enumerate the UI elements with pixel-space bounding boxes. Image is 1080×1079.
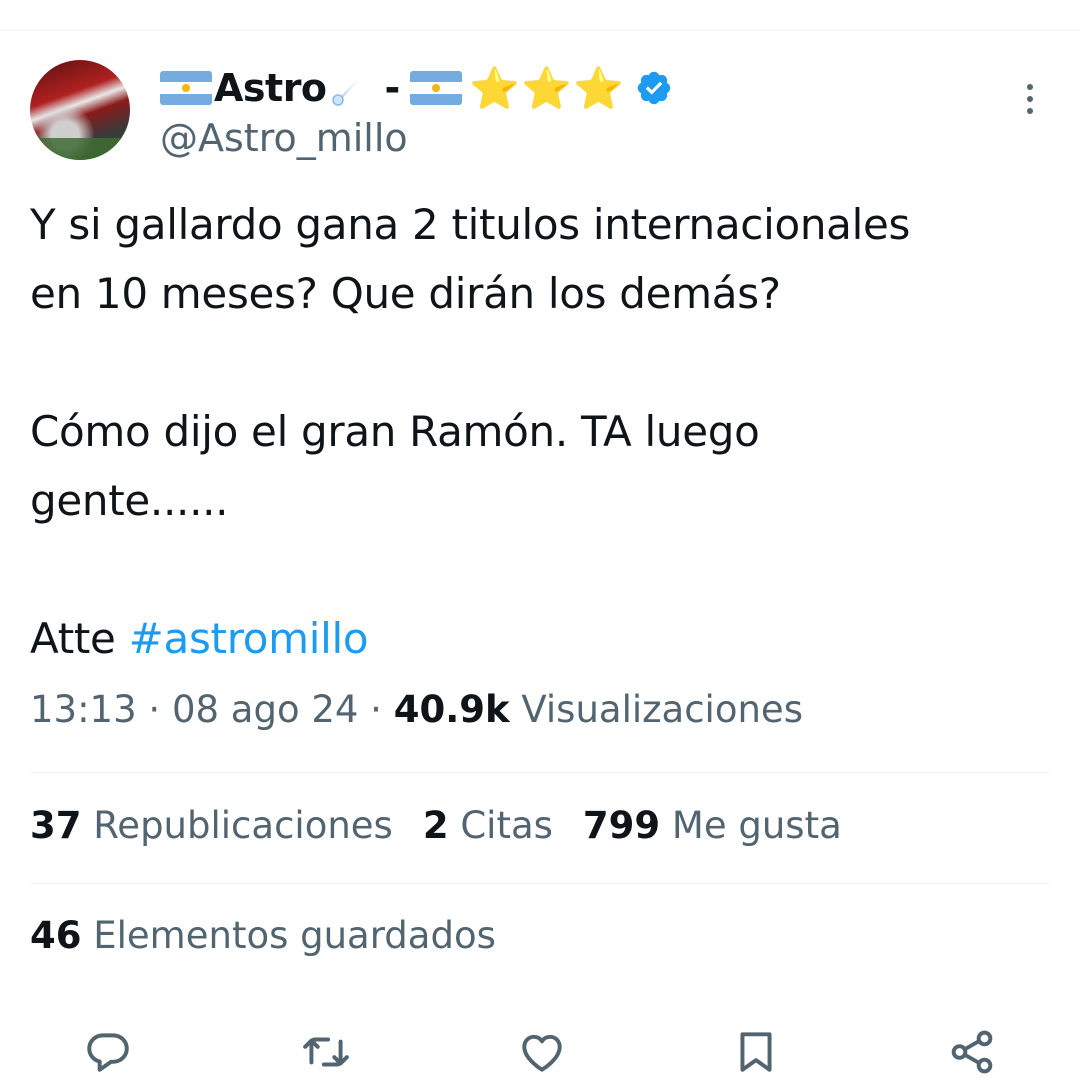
retweets-label: Republicaciones bbox=[81, 804, 393, 847]
name-separator: - bbox=[384, 66, 401, 110]
share-icon bbox=[951, 1030, 993, 1074]
comet-icon bbox=[331, 70, 367, 106]
tweet-time[interactable]: 13:13 bbox=[30, 688, 137, 731]
tweet-date[interactable]: 08 ago 24 bbox=[172, 688, 358, 731]
hashtag-link[interactable]: #astromillo bbox=[129, 614, 369, 663]
retweet-icon bbox=[303, 1037, 349, 1067]
meta-dot: · bbox=[136, 688, 172, 731]
tweet-line: en 10 meses? Que dirán los demás? bbox=[30, 269, 781, 318]
display-name-text: Astro bbox=[214, 66, 327, 110]
quotes-count: 2 bbox=[422, 804, 449, 847]
divider bbox=[30, 883, 1050, 884]
like-button[interactable] bbox=[514, 1026, 570, 1078]
bookmark-button[interactable] bbox=[728, 1026, 784, 1078]
tweet-line: Y si gallardo gana 2 titulos internacion… bbox=[30, 200, 911, 249]
retweet-button[interactable] bbox=[298, 1026, 354, 1078]
more-icon[interactable] bbox=[1020, 84, 1040, 120]
argentina-flag-icon bbox=[409, 71, 462, 105]
likes-stat[interactable]: 799 Me gusta bbox=[583, 804, 842, 847]
divider bbox=[30, 772, 1050, 773]
display-name[interactable]: Astro - ⭐⭐⭐ bbox=[160, 62, 673, 114]
share-button[interactable] bbox=[944, 1026, 1000, 1078]
like-icon bbox=[522, 1034, 562, 1072]
quotes-label: Citas bbox=[448, 804, 553, 847]
stars-emoji: ⭐⭐⭐ bbox=[469, 65, 626, 112]
quotes-stat[interactable]: 2 Citas bbox=[423, 804, 553, 847]
tweet-line: Cómo dijo el gran Ramón. TA luego bbox=[30, 407, 760, 456]
bookmarks-stat: 46 Elementos guardados bbox=[30, 914, 496, 957]
bookmarks-count: 46 bbox=[30, 914, 82, 957]
likes-label: Me gusta bbox=[660, 804, 842, 847]
argentina-flag-icon bbox=[160, 71, 212, 105]
reply-button[interactable] bbox=[80, 1026, 136, 1078]
verified-badge-icon[interactable] bbox=[635, 69, 673, 107]
avatar[interactable] bbox=[30, 60, 130, 160]
retweets-stat[interactable]: 37 Republicaciones bbox=[30, 804, 393, 847]
bookmark-icon bbox=[740, 1032, 772, 1072]
top-divider bbox=[0, 30, 1080, 31]
action-bar bbox=[0, 1026, 1080, 1078]
retweets-count: 37 bbox=[30, 804, 82, 847]
engagement-stats: 37 Republicaciones 2 Citas 799 Me gusta bbox=[30, 804, 872, 847]
views-count: 40.9k bbox=[393, 688, 510, 731]
meta-dot: · bbox=[358, 688, 394, 731]
views-label: Visualizaciones bbox=[509, 688, 803, 731]
tweet-meta: 13:13 · 08 ago 24 · 40.9k Visualizacione… bbox=[30, 688, 803, 731]
reply-icon bbox=[87, 1033, 129, 1072]
likes-count: 799 bbox=[582, 804, 661, 847]
user-handle[interactable]: @Astro_millo bbox=[160, 116, 408, 160]
tweet-line: gente...... bbox=[30, 476, 229, 525]
bookmarks-label: Elementos guardados bbox=[81, 914, 496, 957]
tweet-text: Y si gallardo gana 2 titulos internacion… bbox=[30, 190, 1060, 673]
signature-prefix: Atte bbox=[30, 614, 129, 663]
